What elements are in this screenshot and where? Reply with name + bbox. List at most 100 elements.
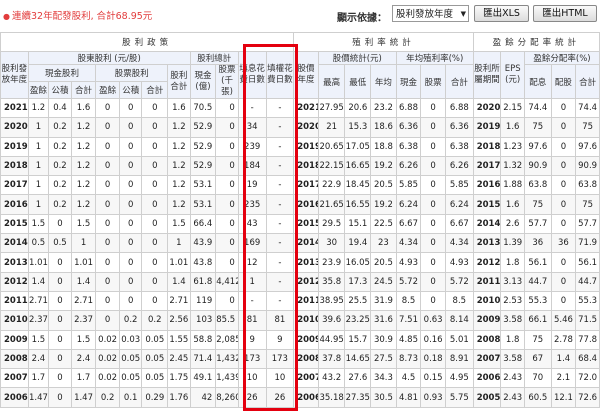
table-cell: 0 [550, 194, 577, 215]
table-cell: 42 [189, 387, 217, 408]
table-cell: 4,412 [215, 271, 239, 292]
table-cell: 5.85 [444, 175, 474, 196]
table-cell: 0 [550, 252, 577, 273]
table-cell: 20.65 [317, 136, 346, 157]
table-row: 20211.20.41.60001.670.50--202127.9520.62… [0, 97, 600, 119]
table-cell: 1 [27, 194, 50, 215]
table-cell: 27.6 [344, 368, 372, 389]
table-cell: 0 [95, 155, 120, 177]
table-cell: 53.1 [189, 194, 217, 215]
table-cell: 0 [420, 252, 446, 273]
table-cell: 43.2 [317, 368, 346, 389]
dividend-policy-header: 股利政策 [0, 32, 295, 52]
table-cell: 0 [420, 175, 446, 196]
year-cell: 2021 [0, 97, 29, 119]
table-cell: 20.5 [370, 175, 397, 196]
table-cell: 1.7 [27, 368, 50, 389]
table-cell: 24.5 [370, 271, 397, 292]
year-cell: 2007 [293, 368, 319, 389]
year-cell: 2013 [293, 252, 319, 273]
table-cell: 0 [48, 329, 72, 350]
year-cell: 2020 [293, 117, 319, 138]
table-cell: 2.71 [70, 290, 97, 312]
table-cell: 26 [265, 387, 295, 408]
table-cell: 57.7 [575, 213, 600, 235]
table-cell: 6.36 [395, 117, 422, 138]
table-cell: 0 [118, 233, 143, 254]
table-cell: 1 [70, 233, 97, 254]
table-cell: 1.6 [167, 97, 191, 119]
low-header: 最低 [344, 64, 372, 99]
table-cell: 0 [420, 155, 446, 177]
payout-total-header: 合計 [575, 64, 600, 99]
table-cell: 0.4 [48, 97, 72, 119]
table-cell: 1.32 [500, 155, 525, 177]
table-cell: 0.2 [48, 194, 72, 215]
table-cell: 1.2 [27, 97, 50, 119]
year-cell: 2019 [293, 136, 319, 157]
year-cell: 2013 [0, 252, 29, 273]
export-xls-button[interactable]: 匯出XLS [474, 5, 529, 22]
table-cell: 66.1 [523, 310, 552, 331]
table-cell: 90.9 [575, 155, 600, 177]
table-cell: 6.38 [444, 136, 474, 157]
view-by-label: 顯示依據： [337, 13, 387, 24]
table-cell: 19.2 [370, 155, 397, 177]
table-cell: 6.67 [395, 213, 422, 235]
table-cell: 1.2 [167, 155, 191, 177]
year-cell: 2021 [293, 97, 319, 119]
table-cell: 19.2 [370, 194, 397, 215]
table-cell: 0.1 [118, 387, 143, 408]
year-cell: 2009 [472, 310, 502, 331]
table-cell: 30.9 [370, 329, 397, 350]
table-cell: 19.4 [344, 233, 372, 254]
table-cell: 18.45 [344, 175, 372, 196]
table-cell: 14.65 [344, 348, 372, 370]
table-cell: 0.2 [48, 155, 72, 177]
table-cell: - [265, 117, 295, 138]
dividend-streak-notice: ● 連續32年配發股利, 合計68.95元 [3, 8, 152, 22]
table-cell: - [265, 97, 295, 119]
table-cell: 0.18 [420, 348, 446, 370]
table-cell: - [265, 233, 295, 254]
table-cell: 4.85 [395, 329, 422, 350]
table-cell: 0 [420, 213, 446, 235]
year-cell: 2011 [0, 290, 29, 312]
table-cell: 1.7 [70, 368, 97, 389]
table-cell: 0 [118, 194, 143, 215]
table-cell: 0 [550, 213, 577, 235]
table-cell: 0.02 [95, 329, 120, 350]
table-cell: 0.63 [420, 310, 446, 331]
table-cell: 0 [550, 290, 577, 312]
table-cell: 22.15 [317, 155, 346, 177]
table-cell: 173 [265, 348, 295, 370]
table-cell: 6.24 [444, 194, 474, 215]
export-html-button[interactable]: 匯出HTML [533, 5, 597, 22]
table-cell: 71.4 [189, 348, 217, 370]
table-cell: 0 [48, 387, 72, 408]
year-cell: 2017 [0, 175, 29, 196]
table-cell: 10 [265, 368, 295, 389]
year-cell: 2017 [293, 175, 319, 196]
table-cell: 25.5 [344, 290, 372, 312]
year-cell: 2015 [0, 213, 29, 235]
table-cell: 0 [95, 213, 120, 235]
table-cell: 72.6 [575, 387, 600, 408]
table-cell: 2.71 [167, 290, 191, 312]
dividend-rows: 20211.20.41.60001.670.50--202127.9520.62… [0, 97, 600, 408]
view-by-select[interactable]: 股利發放年度 ▼ [392, 5, 469, 22]
table-cell: 0.29 [141, 387, 169, 408]
table-cell: 16.05 [344, 252, 372, 273]
table-cell: 1.4 [550, 348, 577, 370]
cash-earnings-header: 盈餘 [27, 81, 50, 99]
table-cell: 1.6 [70, 97, 97, 119]
table-cell: 81 [237, 310, 267, 331]
table-cell: 0 [141, 175, 169, 196]
table-cell: 0 [118, 252, 143, 273]
table-cell: 75 [523, 329, 552, 350]
toolbar: ● 連續32年配發股利, 合計68.95元 顯示依據： 股利發放年度 ▼ 匯出XL… [0, 0, 600, 32]
table-cell: 1.2 [70, 175, 97, 196]
table-cell: 6.67 [444, 213, 474, 235]
table-cell: 1.76 [167, 387, 191, 408]
table-cell: 26 [237, 387, 267, 408]
